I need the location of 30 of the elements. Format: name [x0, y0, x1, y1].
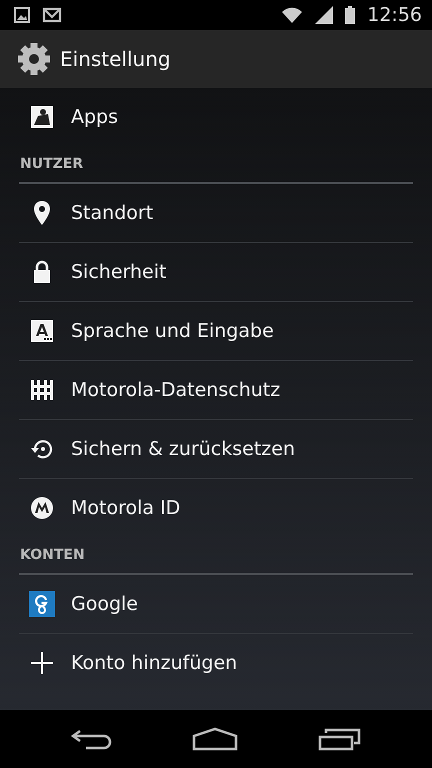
settings-item[interactable]: Motorola ID — [19, 479, 413, 537]
settings-item[interactable]: Google — [19, 575, 413, 634]
settings-item[interactable]: Sichern & zurücksetzen — [19, 420, 413, 479]
battery-icon — [345, 6, 356, 24]
fence-icon — [30, 378, 54, 402]
settings-item[interactable]: Sprache und Eingabe — [19, 302, 413, 361]
settings-item[interactable]: Sicherheit — [19, 243, 413, 302]
settings-item[interactable]: Konto hinzufügen — [19, 634, 413, 692]
motorola-logo-icon — [30, 496, 54, 520]
settings-item[interactable]: Apps — [19, 88, 413, 146]
settings-item[interactable]: Motorola-Datenschutz — [19, 361, 413, 420]
restore-icon — [30, 437, 54, 461]
keyboard-letter-icon — [30, 319, 54, 343]
lock-icon — [32, 260, 52, 284]
section-header: KONTEN — [19, 547, 85, 563]
recent-apps-icon[interactable] — [318, 727, 362, 751]
mail-icon — [42, 7, 62, 23]
wifi-icon — [281, 7, 304, 23]
home-icon[interactable] — [192, 727, 238, 751]
back-icon[interactable] — [70, 727, 112, 751]
google-icon — [29, 591, 55, 617]
plus-icon — [30, 651, 54, 675]
signal-icon — [315, 6, 334, 24]
location-pin-icon — [32, 200, 52, 226]
settings-icon[interactable] — [16, 41, 52, 77]
picture-notification-icon — [14, 7, 30, 23]
section-header: NUTZER — [19, 156, 84, 172]
clock: 12:56 — [367, 4, 422, 26]
screen-title: Einstellung — [60, 47, 171, 71]
settings-item[interactable]: Standort — [19, 184, 413, 243]
